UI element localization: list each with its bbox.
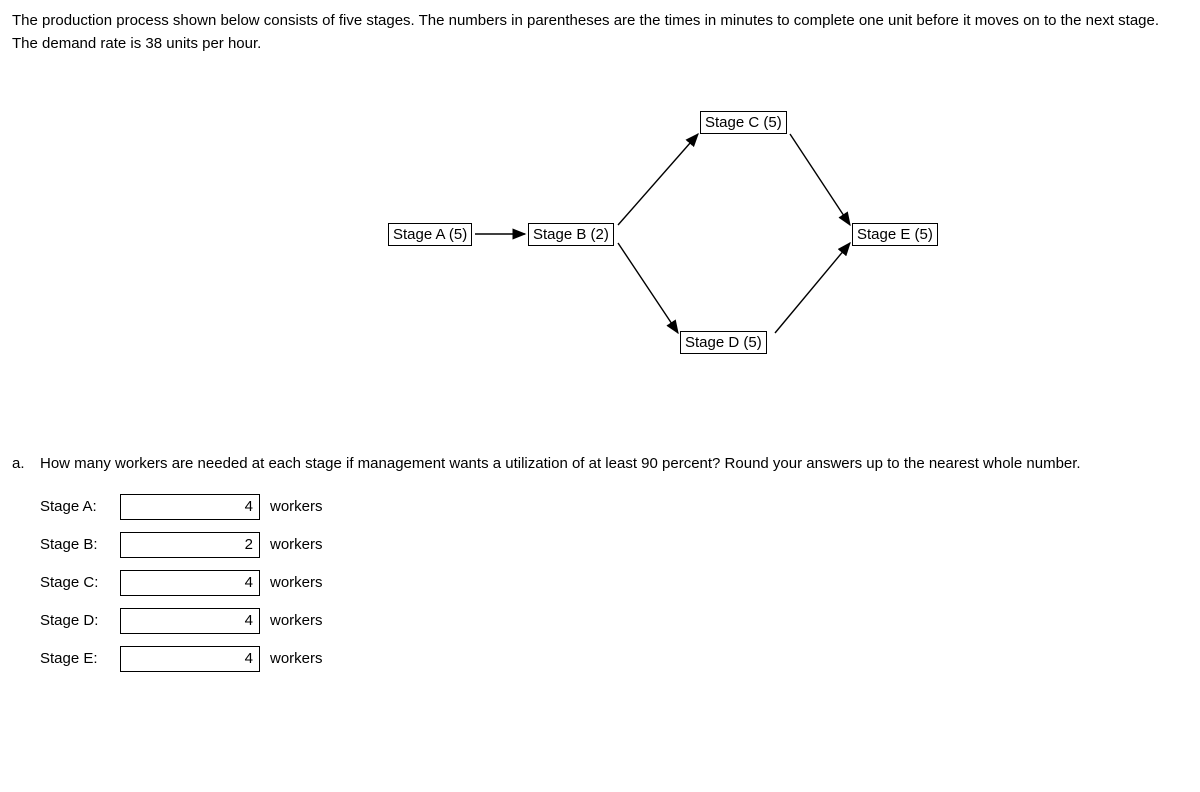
stage-a-input[interactable] [120,494,260,520]
stage-b-box: Stage B (2) [528,223,614,246]
stage-e-unit: workers [270,650,323,667]
process-diagram: Stage A (5) Stage B (2) Stage C (5) Stag… [150,103,1050,393]
question-marker: a. [12,453,32,476]
stage-d-unit: workers [270,612,323,629]
stage-d-label: Stage D: [40,612,110,629]
stage-b-label: Stage B: [40,536,110,553]
stage-c-label: Stage C: [40,574,110,591]
stage-e-input[interactable] [120,646,260,672]
stage-c-unit: workers [270,574,323,591]
answers-block: Stage A: workers Stage B: workers Stage … [12,494,1188,672]
stage-b-input[interactable] [120,532,260,558]
stage-c-input[interactable] [120,570,260,596]
stage-b-unit: workers [270,536,323,553]
stage-e-box: Stage E (5) [852,223,938,246]
stage-d-box: Stage D (5) [680,331,767,354]
stage-d-input[interactable] [120,608,260,634]
question-a: a. How many workers are needed at each s… [12,453,1188,476]
stage-e-label: Stage E: [40,650,110,667]
question-text: How many workers are needed at each stag… [40,453,1081,476]
stage-a-unit: workers [270,498,323,515]
stage-a-box: Stage A (5) [388,223,472,246]
diagram-arrows [150,103,1050,393]
problem-intro: The production process shown below consi… [12,10,1188,55]
stage-c-box: Stage C (5) [700,111,787,134]
stage-a-label: Stage A: [40,498,110,515]
